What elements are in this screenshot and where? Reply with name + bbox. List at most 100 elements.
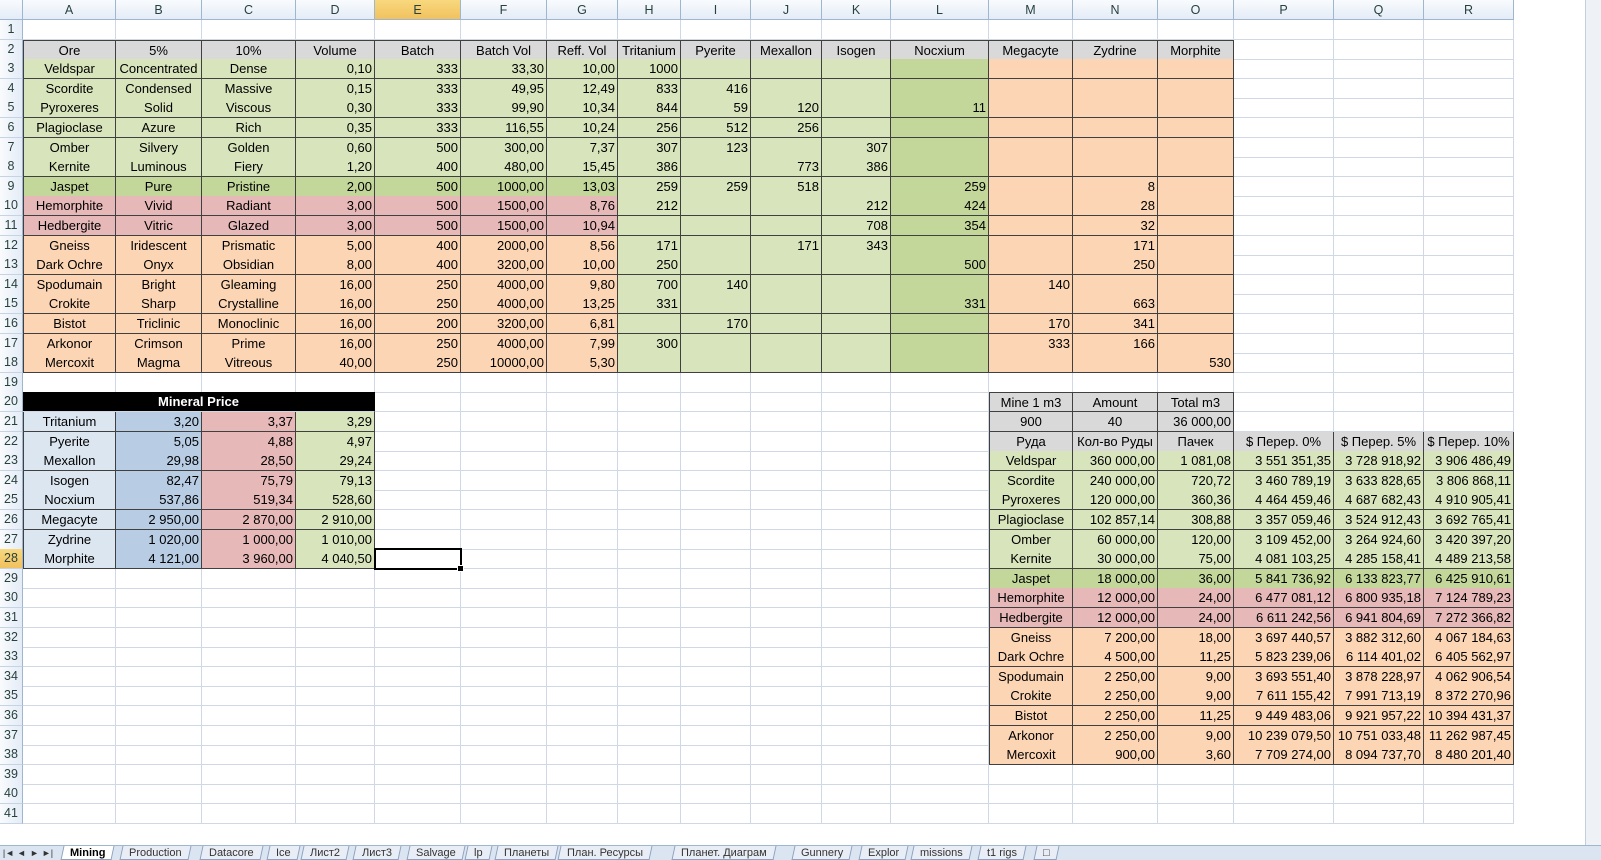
ore-data-cell[interactable]: Glazed	[202, 216, 296, 236]
ore-data-cell[interactable]: 8,00	[296, 255, 375, 276]
empty-cell[interactable]	[296, 608, 375, 628]
empty-cell[interactable]	[681, 529, 751, 550]
ore-data-cell[interactable]: 16,00	[296, 333, 375, 354]
ore-data-cell[interactable]: Prime	[202, 333, 296, 354]
empty-cell[interactable]	[1234, 764, 1334, 785]
empty-cell[interactable]	[547, 451, 618, 472]
ore-data-cell[interactable]: 331	[891, 294, 989, 315]
mineral-price-cell[interactable]: 3 960,00	[202, 549, 296, 570]
row-header[interactable]: 28	[0, 549, 23, 570]
ore-data-cell[interactable]	[1158, 196, 1234, 217]
ore-name-cell[interactable]: Scordite	[23, 78, 116, 99]
ore-data-cell[interactable]	[989, 216, 1073, 236]
ore-data-cell[interactable]: 59	[681, 98, 751, 119]
mine-table-value[interactable]: 40	[1073, 412, 1158, 432]
empty-cell[interactable]	[1334, 804, 1424, 824]
empty-cell[interactable]	[1234, 235, 1334, 256]
empty-cell[interactable]	[1234, 157, 1334, 178]
ore-name-cell[interactable]: Arkonor	[23, 333, 116, 354]
ore-data-cell[interactable]	[891, 118, 989, 138]
yield-value-cell[interactable]: 10 394 431,37	[1424, 706, 1514, 726]
select-all-corner[interactable]	[0, 0, 23, 20]
ore-data-cell[interactable]	[989, 255, 1073, 276]
ore-data-cell[interactable]	[1158, 235, 1234, 256]
mineral-price-cell[interactable]: 2 910,00	[296, 510, 375, 530]
empty-cell[interactable]	[618, 20, 681, 40]
ore-data-cell[interactable]	[891, 353, 989, 374]
ore-data-cell[interactable]: 250	[375, 274, 461, 295]
ore-data-cell[interactable]: 28	[1073, 196, 1158, 217]
empty-cell[interactable]	[1334, 176, 1424, 197]
ore-data-cell[interactable]: 10,24	[547, 118, 618, 138]
empty-cell[interactable]	[202, 666, 296, 687]
empty-cell[interactable]	[1234, 294, 1334, 315]
column-header[interactable]: H	[618, 0, 681, 20]
ore-data-cell[interactable]	[681, 59, 751, 80]
mineral-price-cell[interactable]: 75,79	[202, 470, 296, 491]
empty-cell[interactable]	[461, 706, 547, 726]
empty-cell[interactable]	[681, 20, 751, 40]
column-header[interactable]: D	[296, 0, 375, 20]
ore-data-cell[interactable]: 171	[751, 235, 822, 256]
empty-cell[interactable]	[1234, 118, 1334, 138]
mineral-price-cell[interactable]: 1 010,00	[296, 529, 375, 550]
yield-ore-cell[interactable]: Jaspet	[989, 568, 1073, 589]
ore-data-cell[interactable]	[891, 333, 989, 354]
ore-data-cell[interactable]	[1158, 274, 1234, 295]
column-header[interactable]: K	[822, 0, 891, 20]
empty-cell[interactable]	[618, 588, 681, 609]
column-header[interactable]: P	[1234, 0, 1334, 20]
empty-cell[interactable]	[989, 804, 1073, 824]
empty-cell[interactable]	[822, 451, 891, 472]
empty-cell[interactable]	[461, 372, 547, 393]
empty-cell[interactable]	[116, 666, 202, 687]
empty-cell[interactable]	[1424, 353, 1514, 374]
row-header[interactable]: 32	[0, 627, 23, 648]
empty-cell[interactable]	[891, 764, 989, 785]
ore-data-cell[interactable]	[751, 294, 822, 315]
empty-cell[interactable]	[1424, 20, 1514, 40]
row-header[interactable]: 29	[0, 568, 23, 589]
last-sheet-icon[interactable]: ►|	[41, 846, 54, 860]
empty-cell[interactable]	[1424, 784, 1514, 805]
empty-cell[interactable]	[618, 784, 681, 805]
empty-cell[interactable]	[618, 392, 681, 413]
empty-cell[interactable]	[23, 745, 116, 766]
mineral-price-cell[interactable]: 537,86	[116, 490, 202, 511]
empty-cell[interactable]	[1334, 353, 1424, 374]
ore-table-header[interactable]: Zydrine	[1073, 39, 1158, 60]
ore-data-cell[interactable]	[891, 274, 989, 295]
empty-cell[interactable]	[751, 706, 822, 726]
row-header[interactable]: 17	[0, 333, 23, 354]
ore-data-cell[interactable]	[1158, 78, 1234, 99]
ore-name-cell[interactable]: Spodumain	[23, 274, 116, 295]
empty-cell[interactable]	[1158, 764, 1234, 785]
ore-data-cell[interactable]	[989, 294, 1073, 315]
empty-cell[interactable]	[751, 549, 822, 570]
ore-data-cell[interactable]: 256	[751, 118, 822, 138]
ore-data-cell[interactable]	[1158, 294, 1234, 315]
yield-value-cell[interactable]: 4 489 213,58	[1424, 549, 1514, 570]
empty-cell[interactable]	[1234, 98, 1334, 119]
ore-data-cell[interactable]: 1500,00	[461, 216, 547, 236]
ore-data-cell[interactable]: 400	[375, 235, 461, 256]
empty-cell[interactable]	[681, 784, 751, 805]
empty-cell[interactable]	[202, 647, 296, 668]
empty-cell[interactable]	[1234, 137, 1334, 158]
yield-value-cell[interactable]: 18,00	[1158, 627, 1234, 648]
empty-cell[interactable]	[1073, 764, 1158, 785]
yield-value-cell[interactable]: 4 285 158,41	[1334, 549, 1424, 570]
empty-cell[interactable]	[1073, 784, 1158, 805]
empty-cell[interactable]	[461, 627, 547, 648]
row-header[interactable]: 31	[0, 608, 23, 628]
yield-value-cell[interactable]: 12 000,00	[1073, 588, 1158, 609]
empty-cell[interactable]	[891, 686, 989, 707]
yield-value-cell[interactable]: 7 200,00	[1073, 627, 1158, 648]
ore-data-cell[interactable]: 3,00	[296, 196, 375, 217]
ore-name-cell[interactable]: Mercoxit	[23, 353, 116, 374]
sheet-tab[interactable]: missions	[910, 846, 973, 860]
yield-value-cell[interactable]: 3 882 312,60	[1334, 627, 1424, 648]
column-header[interactable]: C	[202, 0, 296, 20]
ore-data-cell[interactable]: 10,00	[547, 255, 618, 276]
ore-data-cell[interactable]: Pure	[116, 176, 202, 197]
